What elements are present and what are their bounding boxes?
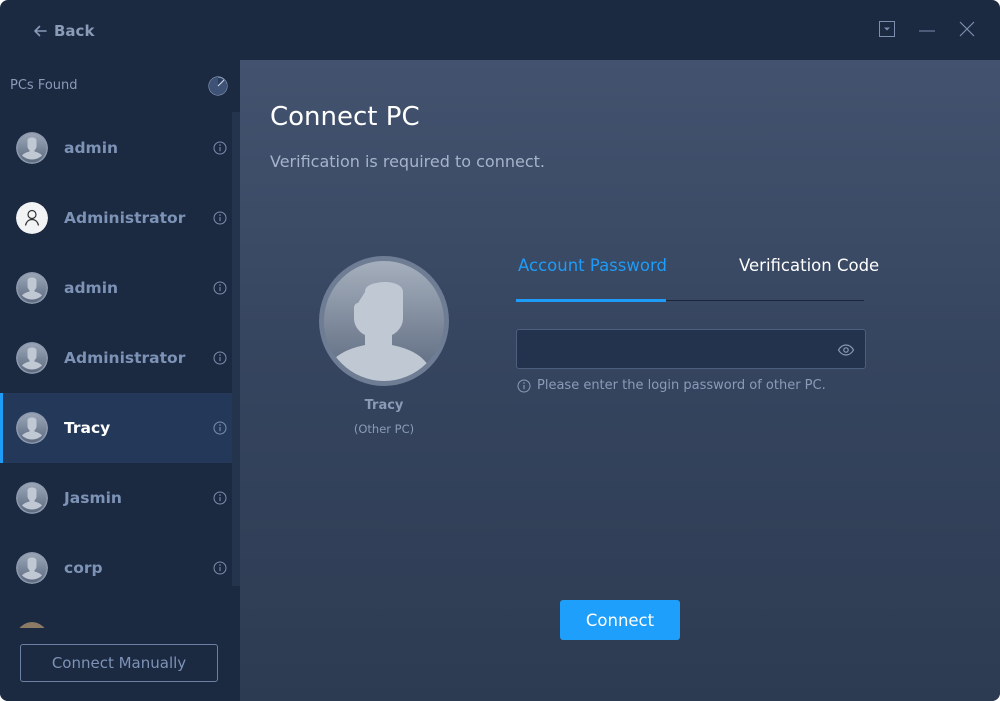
default-user-avatar-icon (16, 132, 48, 164)
pc-name: Administrator (64, 349, 186, 367)
refresh-button[interactable] (208, 76, 228, 96)
selected-pc-name: Tracy (364, 398, 404, 413)
pc-list-item[interactable]: Jasmin (0, 463, 232, 533)
connect-button[interactable]: Connect (560, 600, 680, 640)
info-icon[interactable] (213, 141, 227, 155)
default-user-avatar-icon (16, 412, 48, 444)
pc-name: Tracy (64, 419, 111, 437)
info-icon[interactable] (213, 281, 227, 295)
info-icon[interactable] (213, 491, 227, 505)
pc-list-item[interactable]: admin (0, 253, 232, 323)
sidebar-scrollbar[interactable] (232, 112, 240, 586)
refresh-scan-icon (208, 76, 228, 96)
selected-pc-type: (Other PC) (353, 422, 415, 436)
user-avatar-icon (319, 256, 449, 386)
default-user-avatar-icon (16, 482, 48, 514)
tab-account-password[interactable]: Account Password (518, 256, 667, 275)
pcs-found-label: PCs Found (10, 78, 78, 93)
arrow-left-icon (34, 25, 47, 37)
info-icon[interactable] (213, 421, 227, 435)
default-user-avatar-icon (16, 342, 48, 374)
pc-list-item[interactable]: Administrator (0, 183, 232, 253)
app-window: Back PCs Found admin Administrator admin… (0, 0, 1000, 701)
hint-text: Please enter the login password of other… (537, 378, 826, 393)
pc-list-item[interactable] (0, 603, 232, 628)
selected-pc-avatar (319, 256, 449, 386)
password-hint: Please enter the login password of other… (517, 378, 826, 393)
pc-list-item[interactable]: corp (0, 533, 232, 603)
close-icon (959, 21, 975, 37)
eye-icon[interactable] (837, 341, 855, 359)
sidebar: PCs Found admin Administrator admin Admi… (0, 60, 240, 701)
pc-list-item[interactable]: Administrator (0, 323, 232, 393)
dropdown-menu-icon (879, 21, 895, 37)
window-controls (878, 20, 976, 38)
pc-name: Jasmin (64, 489, 122, 507)
pc-name: admin (64, 279, 119, 297)
info-icon[interactable] (213, 561, 227, 575)
info-icon (517, 379, 531, 392)
default-user-avatar-icon (16, 272, 48, 304)
page-title: Connect PC (270, 102, 420, 132)
tab-verification-code[interactable]: Verification Code (739, 256, 879, 275)
info-icon[interactable] (213, 351, 227, 365)
minimize-button[interactable] (918, 20, 936, 38)
menu-dropdown-button[interactable] (878, 20, 896, 38)
pc-name: corp (64, 559, 103, 577)
info-icon[interactable] (213, 211, 227, 225)
page-subtitle: Verification is required to connect. (270, 152, 545, 171)
active-tab-indicator (516, 299, 666, 302)
back-button[interactable]: Back (32, 20, 94, 42)
pc-list-item-selected[interactable]: Tracy (0, 393, 232, 463)
pc-list-item[interactable]: admin (0, 113, 232, 183)
pc-name: admin (64, 139, 119, 157)
password-input[interactable] (527, 330, 831, 370)
connect-manually-button[interactable]: Connect Manually (20, 644, 218, 682)
pc-name: Administrator (64, 209, 186, 227)
minimize-icon (919, 30, 935, 32)
pc-list: admin Administrator admin Administrator … (0, 113, 232, 628)
connect-panel: Connect PC Verification is required to c… (240, 60, 1000, 701)
outline-user-avatar-icon (16, 202, 48, 234)
scrollbar-gutter (232, 586, 240, 701)
back-label: Back (54, 22, 95, 40)
password-field[interactable] (516, 329, 866, 370)
photo-avatar-icon (16, 622, 48, 628)
verification-tabs: Account Password Verification Code (516, 256, 879, 302)
close-button[interactable] (958, 20, 976, 38)
default-user-avatar-icon (16, 552, 48, 584)
